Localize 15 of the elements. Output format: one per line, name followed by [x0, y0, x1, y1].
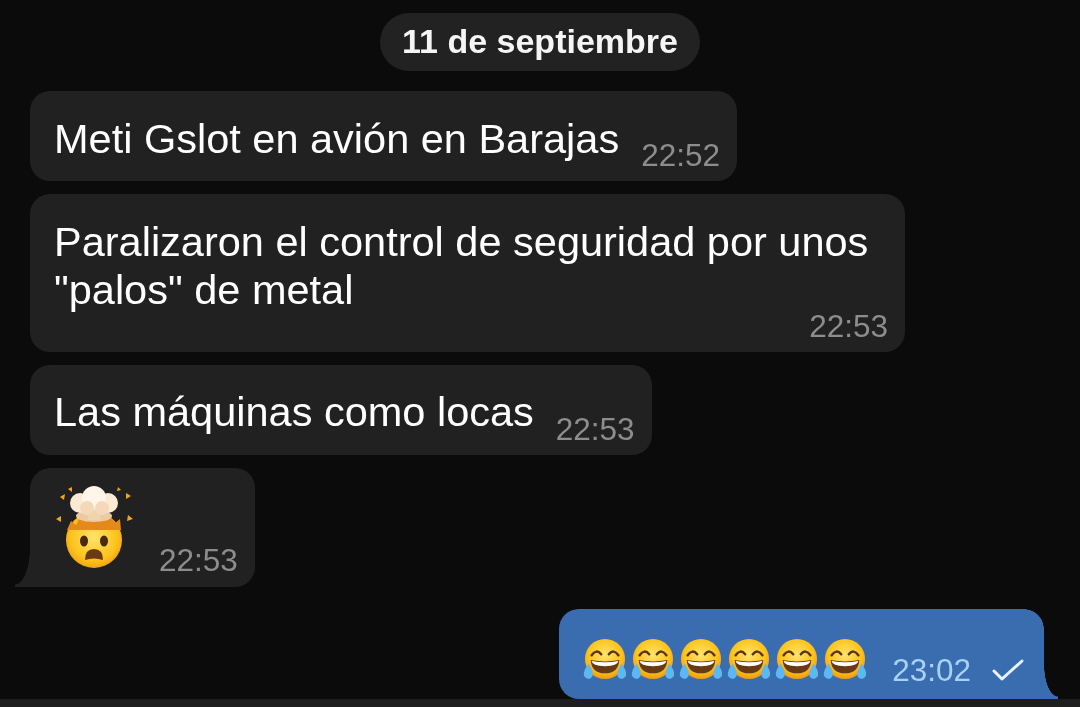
message-text: Paralizaron el control de seguridad por unos "palos" de metal — [54, 217, 870, 314]
laughing-face-icon — [726, 637, 773, 681]
message-time: 22:52 — [641, 143, 720, 167]
laughing-face-icon — [774, 637, 821, 681]
message-time: 23:02 — [892, 657, 971, 682]
laughing-face-icon — [630, 637, 677, 681]
message-time: 22:53 — [159, 547, 238, 572]
laughing-face-icon — [582, 637, 629, 681]
message-time: 22:53 — [555, 416, 635, 441]
laughing-face-icon — [822, 637, 869, 681]
laughing-face-icon — [678, 637, 725, 681]
message-text: Meti Gslot en avión en Barajas — [54, 114, 620, 163]
message-time: 22:53 — [809, 313, 888, 338]
date-separator: 11 de septiembre — [380, 13, 700, 71]
message-text: Las máquinas como locas — [54, 388, 534, 436]
